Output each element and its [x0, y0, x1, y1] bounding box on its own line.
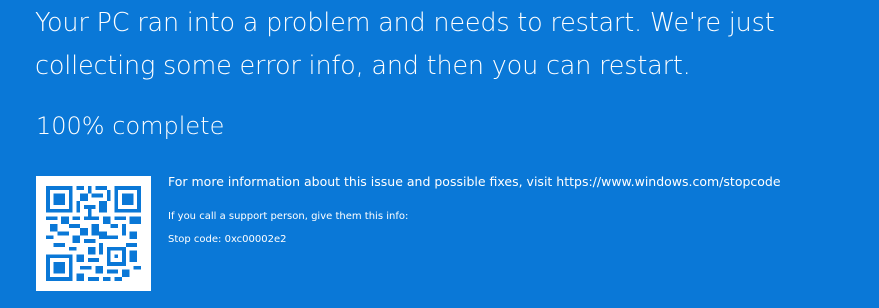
error-headline: Your PC ran into a problem and needs to …: [35, 8, 775, 81]
qr-code-icon: [36, 176, 151, 291]
stop-code-text: Stop code: 0xc00002e2: [168, 234, 287, 245]
more-info-text: For more information about this issue an…: [168, 174, 781, 189]
progress-text: 100% complete: [36, 112, 225, 140]
support-text: If you call a support person, give them …: [168, 211, 409, 222]
details-panel: For more information about this issue an…: [168, 174, 868, 256]
bsod-screen: Your PC ran into a problem and needs to …: [0, 0, 879, 308]
qr-code-graphic: [46, 186, 141, 281]
